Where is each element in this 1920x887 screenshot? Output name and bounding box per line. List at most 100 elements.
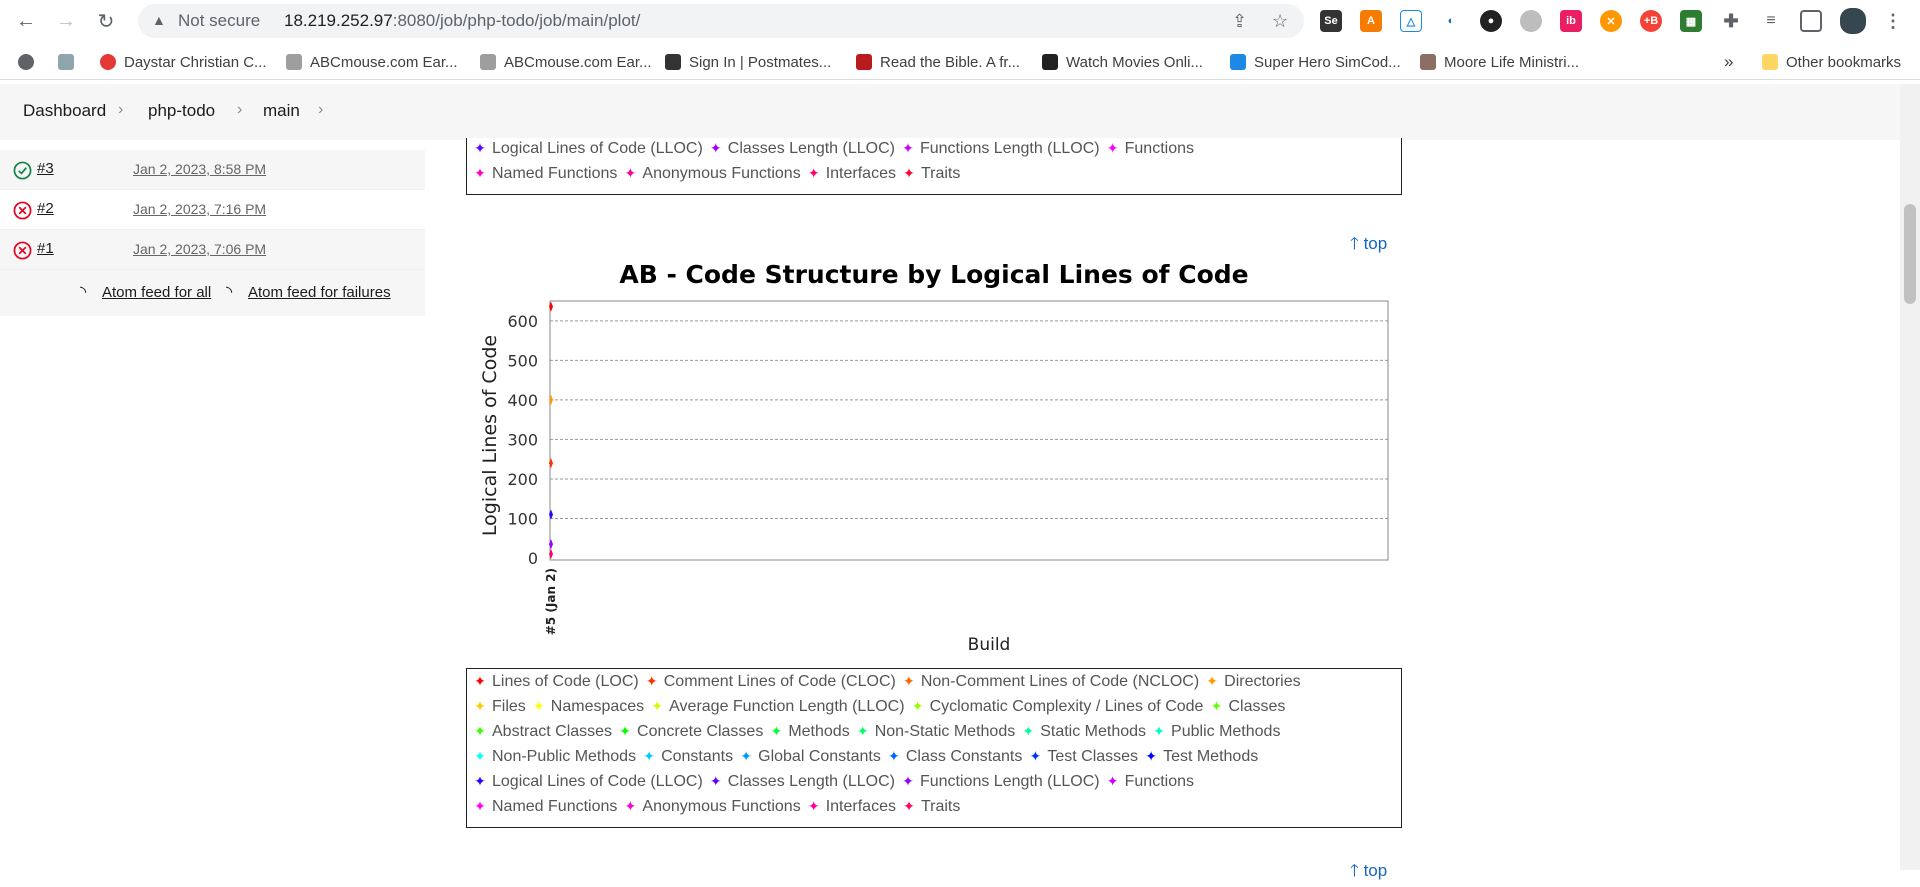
legend-item: ✦ Classes Length (LLOC)	[709, 773, 895, 791]
legend-marker-icon: ✦	[903, 798, 915, 814]
success-icon	[13, 161, 32, 180]
menu-dots-icon[interactable]: ⋮	[1882, 10, 1904, 32]
breadcrumb-dashboard[interactable]: Dashboard	[23, 101, 106, 121]
back-arrow-icon[interactable]: ←	[12, 7, 40, 35]
legend-marker-icon: ✦	[807, 165, 820, 181]
extension-icon[interactable]: +B	[1640, 10, 1662, 32]
bookmark-item[interactable]: Super Hero SimCod...	[1230, 51, 1401, 73]
legend-marker-icon: ✦	[856, 723, 869, 739]
extension-icon[interactable]: ●	[1480, 10, 1502, 32]
other-bookmarks[interactable]: Other bookmarks	[1762, 51, 1901, 73]
bookmark-icon[interactable]	[58, 51, 82, 73]
legend-row: ✦ Named Functions ✦ Anonymous Functions ✦ Int…	[473, 165, 1395, 190]
build-number-link[interactable]: #1	[37, 240, 54, 257]
legend-label: Comment Lines of Code (CLOC)	[663, 673, 896, 690]
url-host: 18.219.252.97	[284, 11, 393, 30]
more-bookmarks-button[interactable]: »	[1724, 51, 1733, 73]
puzzle-icon[interactable]: ✚	[1720, 10, 1742, 32]
sheets-extension-icon[interactable]: ▦	[1680, 10, 1702, 32]
legend-label: Classes Length (LLOC)	[727, 773, 895, 790]
media-icon[interactable]: ≡	[1760, 10, 1782, 32]
chart-legend-top: ✦ Logical Lines of Code (LLOC) ✦ Classes Le…	[466, 138, 1402, 195]
build-number-link[interactable]: #3	[37, 160, 54, 177]
legend-item: ✦ Non-Comment Lines of Code (NCLOC)	[902, 673, 1199, 691]
legend-label: Non-Static Methods	[874, 723, 1016, 740]
legend-label: Traits	[920, 798, 961, 815]
chevron-right-icon[interactable]: ›	[237, 101, 242, 119]
legend-label: Anonymous Functions	[642, 165, 801, 182]
legend-label: Directories	[1224, 673, 1301, 690]
bookmark-item[interactable]: ABCmouse.com Ear...	[480, 51, 652, 73]
extension-icon[interactable]: △	[1400, 10, 1422, 32]
legend-marker-icon: ✦	[474, 673, 486, 689]
build-date-link[interactable]: Jan 2, 2023, 8:58 PM	[133, 161, 266, 177]
side-panel-icon[interactable]	[1800, 10, 1822, 32]
reload-icon[interactable]: ↻	[92, 7, 120, 35]
star-icon[interactable]: ☆	[1272, 11, 1288, 32]
legend-label: Functions	[1124, 773, 1194, 790]
bookmark-item[interactable]: Daystar Christian C...	[100, 51, 267, 73]
legend-item: ✦ Traits	[902, 798, 960, 816]
legend-label: Methods	[788, 723, 850, 740]
scrollbar-thumb[interactable]	[1904, 204, 1916, 304]
extension-icon[interactable]: A	[1360, 10, 1382, 32]
extension-icon[interactable]: ib	[1560, 10, 1582, 32]
build-row: #3 Jan 2, 2023, 8:58 PM	[0, 150, 425, 190]
selenium-extension-icon[interactable]: Se	[1320, 10, 1342, 32]
legend-marker-icon: ✦	[474, 140, 486, 156]
legend-marker-icon: ✦	[887, 748, 900, 764]
legend-marker-icon: ✦	[619, 723, 631, 739]
atom-feed-all-link[interactable]: Atom feed for all	[102, 284, 211, 301]
chevron-right-icon[interactable]: ›	[318, 101, 323, 119]
page-scrollbar[interactable]	[1900, 84, 1920, 870]
legend-row: ✦ Logical Lines of Code (LLOC) ✦ Classes Le…	[473, 140, 1395, 165]
x-tick-label: #5 (Jan 2)	[544, 568, 558, 635]
legend-marker-icon: ✦	[1106, 140, 1119, 156]
bookmark-item[interactable]: Watch Movies Onli...	[1042, 51, 1203, 73]
legend-label: Functions Length (LLOC)	[919, 140, 1100, 157]
legend-marker-icon: ✦	[902, 140, 914, 156]
y-tick-label: 300	[507, 430, 538, 449]
bookmark-item[interactable]: Moore Life Ministri...	[1420, 51, 1579, 73]
legend-label: Classes	[1228, 698, 1286, 715]
legend-item: ✦ Logical Lines of Code (LLOC)	[473, 773, 703, 791]
bookmark-item[interactable]: Read the Bible. A fr...	[856, 51, 1020, 73]
chart-title: AB - Code Structure by Logical Lines of …	[619, 260, 1248, 289]
breadcrumb-php-todo[interactable]: php-todo	[148, 101, 215, 121]
legend-label: Public Methods	[1171, 723, 1281, 740]
y-tick-label: 100	[507, 509, 538, 528]
legend-marker-icon: ✦	[474, 723, 486, 739]
bookmark-item[interactable]: Sign In | Postmates...	[665, 51, 831, 73]
build-date-link[interactable]: Jan 2, 2023, 7:16 PM	[133, 201, 266, 217]
breadcrumb-main[interactable]: main	[263, 101, 300, 121]
legend-item: ✦ Average Function Length (LLOC)	[650, 698, 904, 716]
legend-label: Logical Lines of Code (LLOC)	[492, 140, 703, 157]
chart-legend: ✦ Lines of Code (LOC) ✦ Comment Lines of Co…	[466, 668, 1402, 828]
forward-arrow-icon[interactable]: →	[52, 7, 80, 35]
extension-icon[interactable]: ◐	[1440, 10, 1462, 32]
legend-item: ✦ Class Constants	[887, 748, 1023, 766]
legend-row: ✦ Non-Public Methods ✦ Constants ✦ Global Con…	[473, 748, 1395, 773]
apps-icon[interactable]	[18, 51, 42, 73]
share-icon[interactable]: ⇪	[1232, 11, 1247, 32]
build-number-link[interactable]: #2	[37, 200, 54, 217]
avatar[interactable]	[1840, 8, 1866, 34]
top-link[interactable]: 🡑 top	[1350, 858, 1387, 887]
extension-icon[interactable]	[1520, 10, 1542, 32]
legend-marker-icon: ✦	[1210, 698, 1223, 714]
breadcrumb: Dashboard › php-todo › main ›	[0, 84, 1920, 140]
address-bar[interactable]: ▲ Not secure 18.219.252.97:8080/job/php-…	[138, 4, 1304, 38]
extension-icon[interactable]: ✕	[1600, 10, 1622, 32]
legend-item: ✦ Anonymous Functions	[623, 165, 801, 183]
legend-label: Logical Lines of Code (LLOC)	[492, 773, 703, 790]
legend-item: ✦ Non-Static Methods	[856, 723, 1016, 741]
legend-label: Anonymous Functions	[642, 798, 801, 815]
atom-feed-failures-link[interactable]: Atom feed for failures	[248, 284, 391, 301]
url-text[interactable]: 18.219.252.97:8080/job/php-todo/job/main…	[284, 11, 640, 31]
legend-label: Class Constants	[905, 748, 1023, 765]
legend-row: ✦ Logical Lines of Code (LLOC) ✦ Classes Le…	[473, 773, 1395, 798]
legend-marker-icon: ✦	[474, 773, 486, 789]
bookmark-item[interactable]: ABCmouse.com Ear...	[286, 51, 458, 73]
chevron-right-icon[interactable]: ›	[118, 101, 123, 119]
build-date-link[interactable]: Jan 2, 2023, 7:06 PM	[133, 241, 266, 257]
